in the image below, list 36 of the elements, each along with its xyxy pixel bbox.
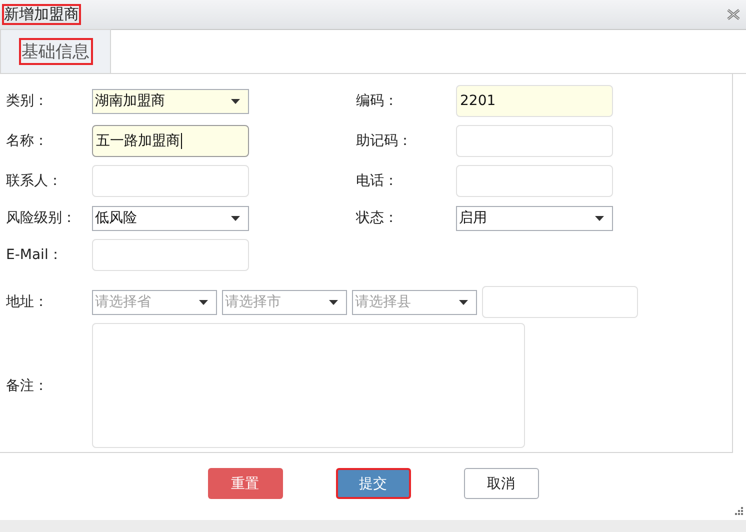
- field-label: 地址：: [6, 293, 49, 311]
- close-icon[interactable]: [727, 9, 740, 20]
- action-button[interactable]: 提交: [336, 468, 410, 499]
- tab-label: 基础信息: [18, 38, 92, 65]
- input-field[interactable]: [456, 165, 613, 197]
- field-label: 助记码：: [356, 132, 413, 150]
- caret-icon: [329, 300, 338, 304]
- input-field[interactable]: [456, 125, 613, 157]
- input-field[interactable]: [92, 165, 249, 197]
- resize-grip-icon[interactable]: [735, 507, 744, 516]
- field-label: 电话：: [356, 172, 399, 190]
- field-label: E-Mail：: [6, 246, 64, 264]
- caret-icon: [199, 300, 208, 304]
- remarks-field[interactable]: [92, 323, 525, 448]
- field-label: 编码：: [356, 92, 399, 110]
- field-label: 备注：: [6, 376, 49, 394]
- input-field[interactable]: 2201: [456, 85, 613, 117]
- dropdown[interactable]: 启用: [456, 206, 613, 230]
- dropdown[interactable]: 湖南加盟商: [92, 88, 249, 114]
- input-field[interactable]: 五一路加盟商: [92, 125, 249, 157]
- tab[interactable]: 基础信息: [0, 29, 111, 73]
- action-button[interactable]: 取消: [464, 468, 538, 499]
- action-button[interactable]: 重置: [208, 468, 282, 499]
- caret-icon: [459, 300, 468, 304]
- dropdown[interactable]: 低风险: [92, 206, 249, 230]
- field-label: 类别：: [6, 92, 49, 110]
- input-field[interactable]: [482, 286, 638, 318]
- caret-icon: [595, 216, 604, 220]
- field-label: 状态：: [356, 209, 399, 227]
- input-field[interactable]: [92, 239, 249, 271]
- caret-icon: [231, 98, 240, 104]
- window-title: 新增加盟商: [2, 4, 81, 25]
- field-label: 联系人：: [6, 172, 63, 190]
- caret-icon: [231, 216, 240, 220]
- field-label: 风险级别：: [6, 209, 77, 227]
- field-label: 名称：: [6, 132, 49, 150]
